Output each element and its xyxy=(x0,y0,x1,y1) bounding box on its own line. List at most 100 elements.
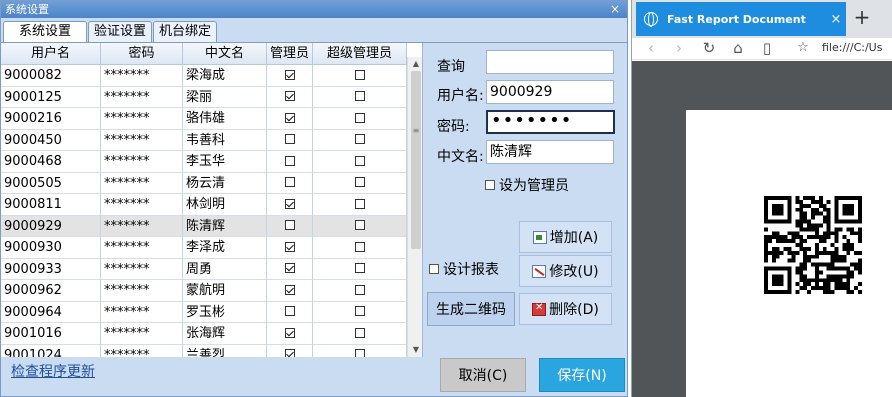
cell-chinese-name[interactable]: 韦善科 xyxy=(183,129,267,151)
column-header-username[interactable]: 用户名 xyxy=(1,43,101,65)
scroll-down-icon[interactable]: ▼ xyxy=(408,343,422,357)
cell-password[interactable]: ******* xyxy=(101,129,183,151)
new-tab-button[interactable]: + xyxy=(852,6,872,30)
column-header-password[interactable]: 密码 xyxy=(101,43,183,65)
table-row[interactable]: 9000505 ******* 杨云清 xyxy=(1,172,407,194)
table-row[interactable]: 9000811 ******* 林剑明 xyxy=(1,194,407,216)
tab-verification-settings[interactable]: 验证设置 xyxy=(88,21,152,43)
modify-button[interactable]: 修改(U) xyxy=(519,255,612,287)
table-row[interactable]: 9001016 ******* 张海辉 xyxy=(1,323,407,345)
cell-admin-checkbox[interactable] xyxy=(267,280,313,302)
generate-qrcode-button[interactable]: 生成二维码 xyxy=(427,292,515,326)
scroll-up-icon[interactable]: ▲ xyxy=(408,57,422,71)
cell-admin-checkbox[interactable] xyxy=(267,258,313,280)
cell-admin-checkbox[interactable] xyxy=(267,65,313,87)
cell-admin-checkbox[interactable] xyxy=(267,151,313,173)
cell-password[interactable]: ******* xyxy=(101,301,183,323)
query-input[interactable] xyxy=(486,50,614,74)
table-row[interactable]: 9000468 ******* 李玉华 xyxy=(1,151,407,173)
design-report-checkbox[interactable]: 设计报表 xyxy=(429,259,499,279)
cell-chinese-name[interactable]: 梁海成 xyxy=(183,65,267,87)
cell-chinese-name[interactable]: 周勇 xyxy=(183,258,267,280)
address-bar[interactable]: file:///C:/Us xyxy=(822,38,882,58)
cell-admin-checkbox[interactable] xyxy=(267,129,313,151)
delete-button[interactable]: 删除(D) xyxy=(519,293,612,325)
cell-chinese-name[interactable]: 李玉华 xyxy=(183,151,267,173)
cell-password[interactable]: ******* xyxy=(101,344,183,357)
table-row[interactable]: 9000964 ******* 罗玉彬 xyxy=(1,301,407,323)
save-button[interactable]: 保存(N) xyxy=(539,358,625,392)
cell-chinese-name[interactable]: 兰善烈 xyxy=(183,344,267,357)
cell-super-admin-checkbox[interactable] xyxy=(313,172,407,194)
cell-chinese-name[interactable]: 骆伟雄 xyxy=(183,108,267,130)
forward-icon[interactable]: › xyxy=(670,38,688,58)
tab-system-settings[interactable]: 系统设置 xyxy=(3,21,87,44)
cell-password[interactable]: ******* xyxy=(101,280,183,302)
cell-username[interactable]: 9000964 xyxy=(1,301,101,323)
cell-super-admin-checkbox[interactable] xyxy=(313,129,407,151)
cell-username[interactable]: 9000216 xyxy=(1,108,101,130)
cell-admin-checkbox[interactable] xyxy=(267,237,313,259)
cell-chinese-name[interactable]: 李泽成 xyxy=(183,237,267,259)
cell-admin-checkbox[interactable] xyxy=(267,344,313,357)
cell-username[interactable]: 9000468 xyxy=(1,151,101,173)
cell-password[interactable]: ******* xyxy=(101,323,183,345)
cell-username[interactable]: 9000505 xyxy=(1,172,101,194)
close-tab-icon[interactable]: × xyxy=(826,12,846,27)
cell-username[interactable]: 9001024 xyxy=(1,344,101,357)
cell-chinese-name[interactable]: 梁丽 xyxy=(183,86,267,108)
cell-password[interactable]: ******* xyxy=(101,237,183,259)
column-header-admin[interactable]: 管理员 xyxy=(267,43,313,65)
cell-password[interactable]: ******* xyxy=(101,194,183,216)
browser-tab[interactable]: Fast Report Document × xyxy=(636,2,846,36)
column-header-super-admin[interactable]: 超级管理员 xyxy=(313,43,407,65)
cell-super-admin-checkbox[interactable] xyxy=(313,151,407,173)
reading-view-icon[interactable]: ▯ xyxy=(758,38,776,58)
cell-password[interactable]: ******* xyxy=(101,65,183,87)
table-row[interactable]: 9000082 ******* 梁海成 xyxy=(1,65,407,87)
cell-super-admin-checkbox[interactable] xyxy=(313,323,407,345)
cell-username[interactable]: 9000962 xyxy=(1,280,101,302)
table-row[interactable]: 9000125 ******* 梁丽 xyxy=(1,86,407,108)
set-admin-checkbox[interactable]: 设为管理员 xyxy=(485,175,569,195)
cell-admin-checkbox[interactable] xyxy=(267,323,313,345)
table-row[interactable]: 9000930 ******* 李泽成 xyxy=(1,237,407,259)
cell-username[interactable]: 9000082 xyxy=(1,65,101,87)
cell-admin-checkbox[interactable] xyxy=(267,172,313,194)
cell-admin-checkbox[interactable] xyxy=(267,301,313,323)
close-icon[interactable]: × xyxy=(609,1,621,18)
check-update-link[interactable]: 检查程序更新 xyxy=(11,361,95,381)
cell-username[interactable]: 9001016 xyxy=(1,323,101,345)
cell-chinese-name[interactable]: 蒙航明 xyxy=(183,280,267,302)
cell-chinese-name[interactable]: 陈清辉 xyxy=(183,215,267,237)
chinese-name-input[interactable]: 陈清辉 xyxy=(486,140,614,164)
cell-super-admin-checkbox[interactable] xyxy=(313,108,407,130)
cell-username[interactable]: 9000811 xyxy=(1,194,101,216)
cell-admin-checkbox[interactable] xyxy=(267,215,313,237)
cell-chinese-name[interactable]: 林剑明 xyxy=(183,194,267,216)
table-scrollbar[interactable]: ▲ ≡ ▼ xyxy=(407,57,422,357)
cell-username[interactable]: 9000125 xyxy=(1,86,101,108)
home-icon[interactable]: ⌂ xyxy=(729,38,747,58)
table-row[interactable]: 9000929 ******* 陈清辉 xyxy=(1,215,407,237)
cell-super-admin-checkbox[interactable] xyxy=(313,237,407,259)
cell-password[interactable]: ******* xyxy=(101,215,183,237)
cell-username[interactable]: 9000933 xyxy=(1,258,101,280)
table-row[interactable]: 9001024 ******* 兰善烈 xyxy=(1,344,407,357)
cell-username[interactable]: 9000929 xyxy=(1,215,101,237)
scrollbar-thumb[interactable]: ≡ xyxy=(411,71,421,249)
cell-super-admin-checkbox[interactable] xyxy=(313,301,407,323)
cell-chinese-name[interactable]: 杨云清 xyxy=(183,172,267,194)
cell-password[interactable]: ******* xyxy=(101,86,183,108)
cell-admin-checkbox[interactable] xyxy=(267,194,313,216)
username-input[interactable]: 9000929 xyxy=(486,80,614,104)
cell-admin-checkbox[interactable] xyxy=(267,86,313,108)
cell-username[interactable]: 9000450 xyxy=(1,129,101,151)
table-row[interactable]: 9000933 ******* 周勇 xyxy=(1,258,407,280)
cell-password[interactable]: ******* xyxy=(101,172,183,194)
table-row[interactable]: 9000962 ******* 蒙航明 xyxy=(1,280,407,302)
table-row[interactable]: 9000450 ******* 韦善科 xyxy=(1,129,407,151)
cell-super-admin-checkbox[interactable] xyxy=(313,258,407,280)
cell-admin-checkbox[interactable] xyxy=(267,108,313,130)
cell-super-admin-checkbox[interactable] xyxy=(313,215,407,237)
